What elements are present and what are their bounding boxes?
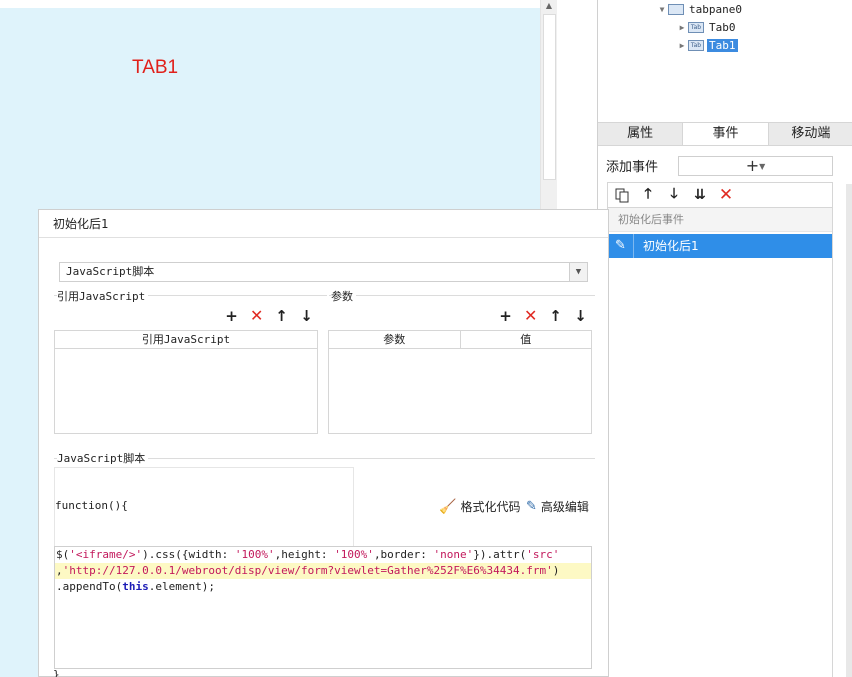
tree-node-tabpane0[interactable]: ▼ tabpane0 [656,1,744,17]
right-panel: ▼ tabpane0 ▶ Tab Tab0 ▶ Tab Tab1 属性 事件 移… [597,0,852,677]
right-edge-scrollbar[interactable] [846,184,852,677]
code-line[interactable]: $('<iframe/>').css({width: '100%',height… [55,547,591,563]
delete-icon[interactable]: ✕ [718,185,734,205]
tree-node-label-selected: Tab1 [707,38,738,52]
column-header-value[interactable]: 值 [461,331,592,348]
plus-icon[interactable]: + [499,307,512,325]
table-header: 引用JavaScript [55,331,317,349]
tab-title-text: TAB1 [132,57,179,78]
edit-icon: ✎ [526,499,537,514]
code-token: .element); [148,580,215,593]
expand-right-icon[interactable]: ▶ [676,23,688,32]
ref-js-table: 引用JavaScript [54,330,318,434]
move-bottom-icon[interactable]: ⇊ [692,187,708,203]
code-token: $( [56,548,70,561]
code-token: '100%' [334,548,374,561]
tabpane-icon [668,3,684,15]
arrow-down-icon[interactable]: ↓ [300,307,313,325]
arrow-up-icon[interactable]: ↑ [275,307,288,325]
params-toolbar: + ✕ ↑ ↓ [499,306,587,325]
plus-icon: + [745,156,760,175]
tab-icon: Tab [688,21,704,33]
tree-node-tab0[interactable]: ▶ Tab Tab0 [676,19,738,35]
code-token: ,border: [373,548,434,561]
advanced-edit-label: 高级编辑 [540,500,589,514]
arrow-down-icon[interactable]: 🡓 [666,186,682,203]
code-token: this [122,580,149,593]
delete-icon[interactable]: ✕ [524,306,537,325]
broom-icon: 🧹 [439,498,457,515]
code-token: .appendTo( [56,580,123,593]
canvas-top-strip [0,0,540,8]
tree-node-label: tabpane0 [689,2,742,16]
ref-js-toolbar: + ✕ ↑ ↓ [225,306,313,325]
language-select-value: JavaScript脚本 [66,265,155,278]
ref-js-section-label: 引用JavaScript [57,288,149,304]
function-head: function(){ [55,499,128,512]
caret-down-icon: ▼ [759,162,766,171]
code-token: 'http://127.0.0.1/webroot/disp/view/form… [62,564,553,577]
expand-right-icon[interactable]: ▶ [676,41,688,50]
code-token: '<iframe/>' [69,548,143,561]
divider [329,295,595,296]
delete-icon[interactable]: ✕ [250,306,263,325]
table-header: 参数 值 [329,331,591,349]
code-token: ) [552,564,560,577]
add-event-button[interactable]: +▼ [678,156,833,176]
scroll-thumb[interactable] [543,14,556,180]
tree-node-label: Tab0 [709,20,736,34]
advanced-edit-button[interactable]: ✎ 高级编辑 [526,498,589,515]
plus-icon[interactable]: + [225,307,238,325]
event-list: 初始化后事件 ✎ 初始化后1 [607,208,833,677]
code-token: '100%' [234,548,275,561]
arrow-up-icon[interactable]: ↑ [549,307,562,325]
language-select[interactable]: JavaScript脚本 ▼ [59,262,588,282]
dialog-title: 初始化后1 [39,210,608,238]
tab-properties[interactable]: 属性 [598,123,682,145]
widget-tree: ▼ tabpane0 ▶ Tab Tab0 ▶ Tab Tab1 [598,0,852,120]
code-token: 'none' [433,548,474,561]
code-line[interactable]: .appendTo(this.element); [55,579,591,595]
panel-tabs: 属性 事件 移动端 [598,122,852,146]
code-token: }).attr( [473,548,527,561]
script-section-label: JavaScript脚本 [57,450,149,466]
event-editor-dialog: 初始化后1 JavaScript脚本 ▼ 引用JavaScript + ✕ ↑ … [38,209,609,677]
expand-down-icon[interactable]: ▼ [656,5,668,14]
scroll-up-icon[interactable]: ▲ [544,1,554,11]
arrow-down-icon[interactable]: ↓ [574,307,587,325]
pencil-icon[interactable]: ✎ [608,234,634,258]
event-item[interactable]: ✎ 初始化后1 [608,234,832,258]
code-token: 'src' [526,548,560,561]
chevron-down-icon[interactable]: ▼ [569,263,587,281]
column-header-param[interactable]: 参数 [329,331,461,348]
code-line[interactable]: ,'http://127.0.0.1/webroot/disp/view/for… [55,563,591,579]
arrow-up-icon[interactable]: 🡑 [640,186,656,203]
event-group-header: 初始化后事件 [608,208,832,232]
params-section-label: 参数 [331,288,356,304]
code-editor[interactable]: $('<iframe/>').css({width: '100%',height… [54,546,592,669]
tab-events[interactable]: 事件 [682,123,769,145]
format-code-button[interactable]: 🧹 格式化代码 [439,498,520,515]
code-token: ,height: [274,548,335,561]
add-event-label: 添加事件 [606,160,659,175]
function-close: } [53,668,60,677]
copy-icon[interactable] [614,187,630,203]
code-token: , [56,564,63,577]
format-code-label: 格式化代码 [460,500,521,514]
code-token: ).css({width: [142,548,235,561]
tree-node-tab1[interactable]: ▶ Tab Tab1 [676,37,738,53]
column-header-ref-js[interactable]: 引用JavaScript [55,331,317,348]
tab-mobile[interactable]: 移动端 [769,123,852,145]
event-item-label: 初始化后1 [643,239,699,253]
params-table: 参数 值 [328,330,592,434]
tab-icon: Tab [688,39,704,51]
event-toolbar: 🡑 🡓 ⇊ ✕ [607,182,833,208]
